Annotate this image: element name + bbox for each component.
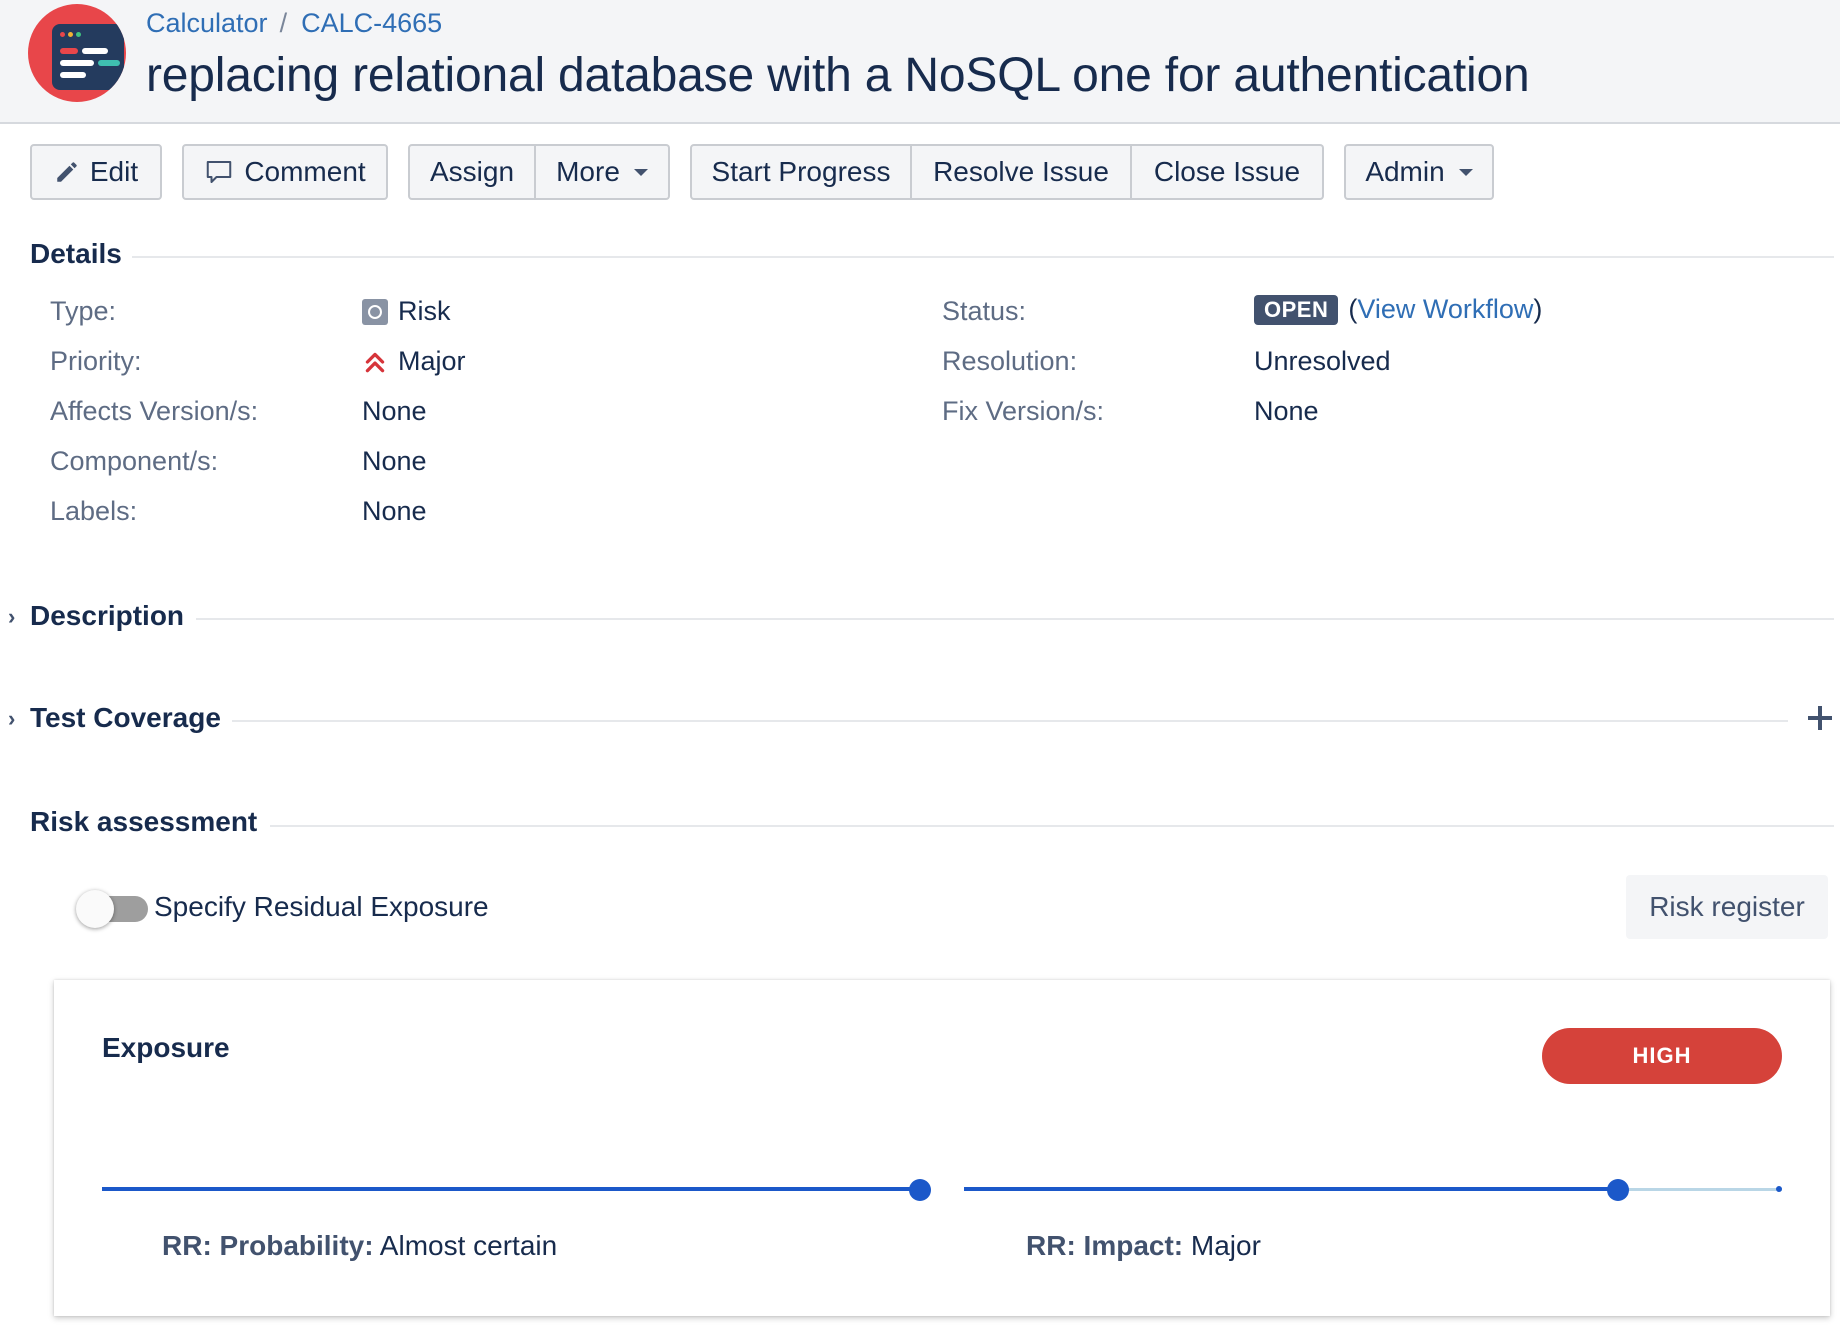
labels-value: None	[362, 496, 427, 526]
residual-exposure-toggle-knob[interactable]	[76, 890, 114, 928]
resolution-value: Unresolved	[1254, 346, 1391, 376]
test-coverage-heading[interactable]: Test Coverage	[30, 702, 221, 734]
assign-button-label: Assign	[429, 156, 515, 187]
impact-slider[interactable]	[964, 1179, 1782, 1201]
status-badge: OPEN	[1254, 294, 1339, 325]
residual-exposure-label: Specify Residual Exposure	[154, 891, 489, 922]
probability-readout: RR: Probability: Almost certain	[162, 1230, 557, 1262]
fix-versions-label: Fix Version/s:	[942, 396, 1105, 426]
probability-label: RR: Probability:	[162, 1230, 374, 1261]
impact-slider-fill	[964, 1187, 1619, 1191]
resolve-issue-button[interactable]: Resolve Issue	[912, 144, 1132, 200]
affects-versions-label: Affects Version/s:	[50, 396, 259, 426]
details-divider	[132, 256, 1834, 258]
exposure-level-badge: HIGH	[1542, 1028, 1782, 1084]
close-issue-button[interactable]: Close Issue	[1132, 144, 1324, 200]
chevron-down-icon	[1458, 168, 1473, 176]
priority-value: Major	[362, 346, 466, 377]
pencil-icon	[57, 162, 77, 182]
probability-slider-fill	[102, 1187, 920, 1191]
breadcrumb-separator: /	[279, 8, 288, 38]
comment-button-label: Comment	[244, 156, 366, 187]
type-value-text: Risk	[398, 296, 451, 326]
breadcrumb-issue-key-link[interactable]: CALC-4665	[301, 8, 442, 38]
assign-button[interactable]: Assign	[408, 144, 536, 200]
description-divider	[196, 618, 1834, 620]
type-label: Type:	[50, 296, 117, 326]
chevron-down-icon	[633, 168, 648, 176]
description-expand-icon[interactable]: ›	[8, 604, 15, 630]
exposure-title: Exposure	[102, 1032, 230, 1063]
status-value: OPEN (View Workflow)	[1254, 294, 1542, 325]
probability-slider-thumb[interactable]	[909, 1179, 931, 1201]
comment-icon	[207, 161, 232, 183]
view-workflow-link[interactable]: View Workflow	[1357, 294, 1533, 325]
exposure-card: Exposure HIGH RR: Probability: Almost ce…	[54, 980, 1830, 1316]
resolution-label: Resolution:	[942, 346, 1078, 376]
components-value: None	[362, 446, 427, 476]
comment-button[interactable]: Comment	[182, 144, 388, 200]
admin-button[interactable]: Admin	[1344, 144, 1494, 200]
labels-label: Labels:	[50, 496, 138, 526]
impact-slider-end-dot	[1776, 1186, 1782, 1192]
affects-versions-value: None	[362, 396, 427, 426]
start-progress-label: Start Progress	[711, 156, 891, 187]
edit-button-label: Edit	[89, 156, 139, 187]
issue-title: replacing relational database with a NoS…	[146, 49, 1530, 102]
status-label: Status:	[942, 296, 1027, 326]
add-test-coverage-icon[interactable]	[1808, 706, 1832, 730]
issue-header: Calculator / CALC-4665 replacing relationa…	[0, 0, 1840, 124]
probability-slider[interactable]	[102, 1179, 931, 1201]
breadcrumb-project-link[interactable]: Calculator	[146, 8, 268, 38]
status-paren-close: )	[1533, 294, 1543, 324]
type-value: Risk	[362, 296, 451, 327]
risk-assessment-divider	[270, 825, 1834, 827]
priority-major-icon	[365, 352, 385, 372]
edit-button[interactable]: Edit	[30, 144, 162, 200]
risk-register-button[interactable]: Risk register	[1626, 875, 1828, 939]
test-coverage-divider	[232, 720, 1788, 722]
impact-readout: RR: Impact: Major	[1026, 1230, 1261, 1262]
components-label: Component/s:	[50, 446, 219, 476]
more-button[interactable]: More	[536, 144, 670, 200]
description-heading[interactable]: Description	[30, 600, 184, 632]
close-issue-label: Close Issue	[1153, 156, 1301, 187]
breadcrumb: Calculator / CALC-4665	[146, 8, 442, 39]
impact-value: Major	[1190, 1230, 1261, 1261]
project-logo-icon[interactable]	[28, 4, 126, 102]
admin-button-label: Admin	[1365, 156, 1445, 187]
fix-versions-value: None	[1254, 396, 1319, 426]
impact-label: RR: Impact:	[1026, 1230, 1184, 1261]
probability-value: Almost certain	[379, 1230, 558, 1261]
risk-assessment-heading: Risk assessment	[30, 806, 258, 837]
more-button-label: More	[556, 156, 620, 187]
status-paren-open: (	[1348, 294, 1358, 324]
risk-type-icon	[362, 298, 388, 325]
resolve-issue-label: Resolve Issue	[933, 156, 1109, 187]
priority-value-text: Major	[398, 346, 466, 376]
impact-slider-thumb[interactable]	[1607, 1179, 1630, 1201]
test-coverage-expand-icon[interactable]: ›	[8, 706, 15, 732]
details-heading: Details	[30, 238, 122, 269]
start-progress-button[interactable]: Start Progress	[690, 144, 912, 200]
priority-label: Priority:	[50, 346, 142, 376]
